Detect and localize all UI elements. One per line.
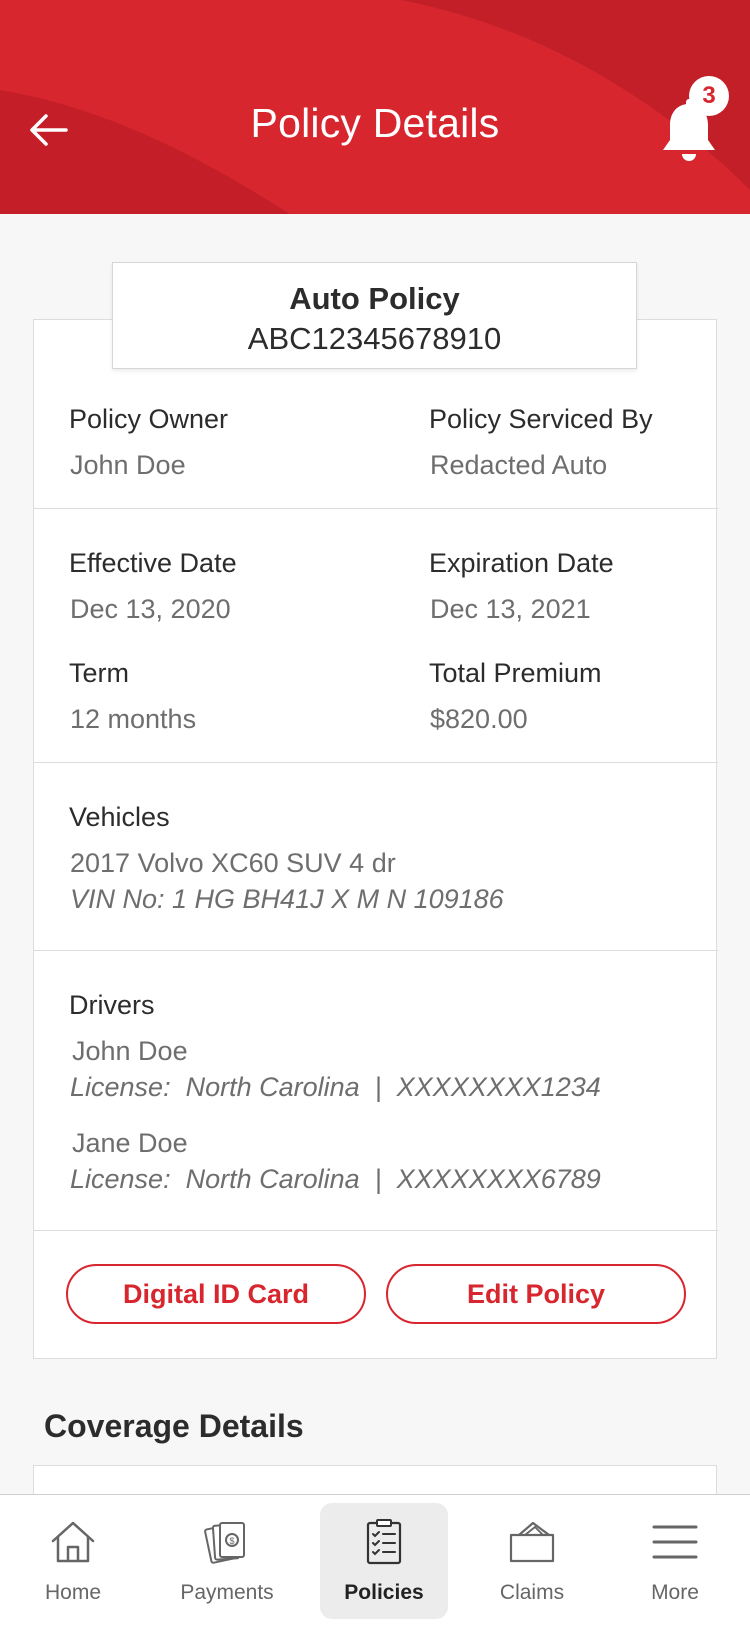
claims-icon xyxy=(509,1521,555,1563)
digital-id-card-button[interactable]: Digital ID Card xyxy=(66,1264,366,1324)
divider xyxy=(34,762,718,763)
tab-claims-label: Claims xyxy=(499,1581,565,1604)
term-label: Term xyxy=(69,658,129,688)
policy-serviced-by-label: Policy Serviced By xyxy=(429,404,653,434)
driver-name: Jane Doe xyxy=(72,1128,188,1158)
policy-number: ABC12345678910 xyxy=(247,321,502,356)
home-icon xyxy=(51,1521,95,1563)
total-premium-label: Total Premium xyxy=(429,658,602,688)
divider xyxy=(34,950,718,951)
vehicle-name: 2017 Volvo XC60 SUV 4 dr xyxy=(70,848,396,878)
tab-home-label: Home xyxy=(44,1581,102,1604)
tab-policies[interactable]: Policies xyxy=(320,1503,448,1619)
policy-owner-label: Policy Owner xyxy=(69,404,229,434)
notification-badge: 3 xyxy=(689,76,729,116)
total-premium-value: $820.00 xyxy=(430,704,528,734)
policy-card: Policy Owner John Doe Policy Serviced By… xyxy=(33,319,718,1359)
policy-owner-value: John Doe xyxy=(70,450,186,480)
payments-icon: $ xyxy=(204,1522,245,1564)
drivers-label: Drivers xyxy=(69,990,155,1020)
bottom-tab-bar: Home $ Payments Policies Claims More xyxy=(0,1494,750,1627)
menu-icon xyxy=(652,1525,698,1559)
tab-home[interactable]: Home xyxy=(9,1503,137,1619)
divider xyxy=(34,508,718,509)
coverage-details-heading: Coverage Details xyxy=(44,1408,304,1444)
driver-name: John Doe xyxy=(72,1036,188,1066)
divider xyxy=(34,1230,718,1231)
effective-date-label: Effective Date xyxy=(69,548,237,578)
vehicle-vin: VIN No: 1 HG BH41J X M N 109186 xyxy=(70,884,504,914)
tab-policies-label: Policies xyxy=(344,1581,424,1604)
tab-payments[interactable]: $ Payments xyxy=(163,1503,291,1619)
tab-payments-label: Payments xyxy=(180,1581,274,1604)
header: Policy Details 3 xyxy=(0,0,750,214)
policy-summary: Auto Policy ABC12345678910 xyxy=(112,262,637,369)
term-value: 12 months xyxy=(70,704,197,734)
edit-policy-button[interactable]: Edit Policy xyxy=(386,1264,686,1324)
svg-text:$: $ xyxy=(229,1536,234,1546)
driver-license: License: North Carolina | XXXXXXXX1234 xyxy=(70,1072,601,1102)
expiration-date-value: Dec 13, 2021 xyxy=(430,594,591,624)
tab-claims[interactable]: Claims xyxy=(468,1503,596,1619)
policy-serviced-by-value: Redacted Auto xyxy=(430,450,608,480)
tab-more[interactable]: More xyxy=(611,1503,739,1619)
expiration-date-label: Expiration Date xyxy=(429,548,614,578)
tab-more-label: More xyxy=(651,1581,699,1604)
vehicles-label: Vehicles xyxy=(69,802,170,832)
page-title: Policy Details xyxy=(250,100,500,146)
driver-license: License: North Carolina | XXXXXXXX6789 xyxy=(70,1164,601,1194)
policies-icon xyxy=(366,1519,402,1565)
effective-date-value: Dec 13, 2020 xyxy=(70,594,231,624)
policy-type: Auto Policy xyxy=(289,281,460,316)
